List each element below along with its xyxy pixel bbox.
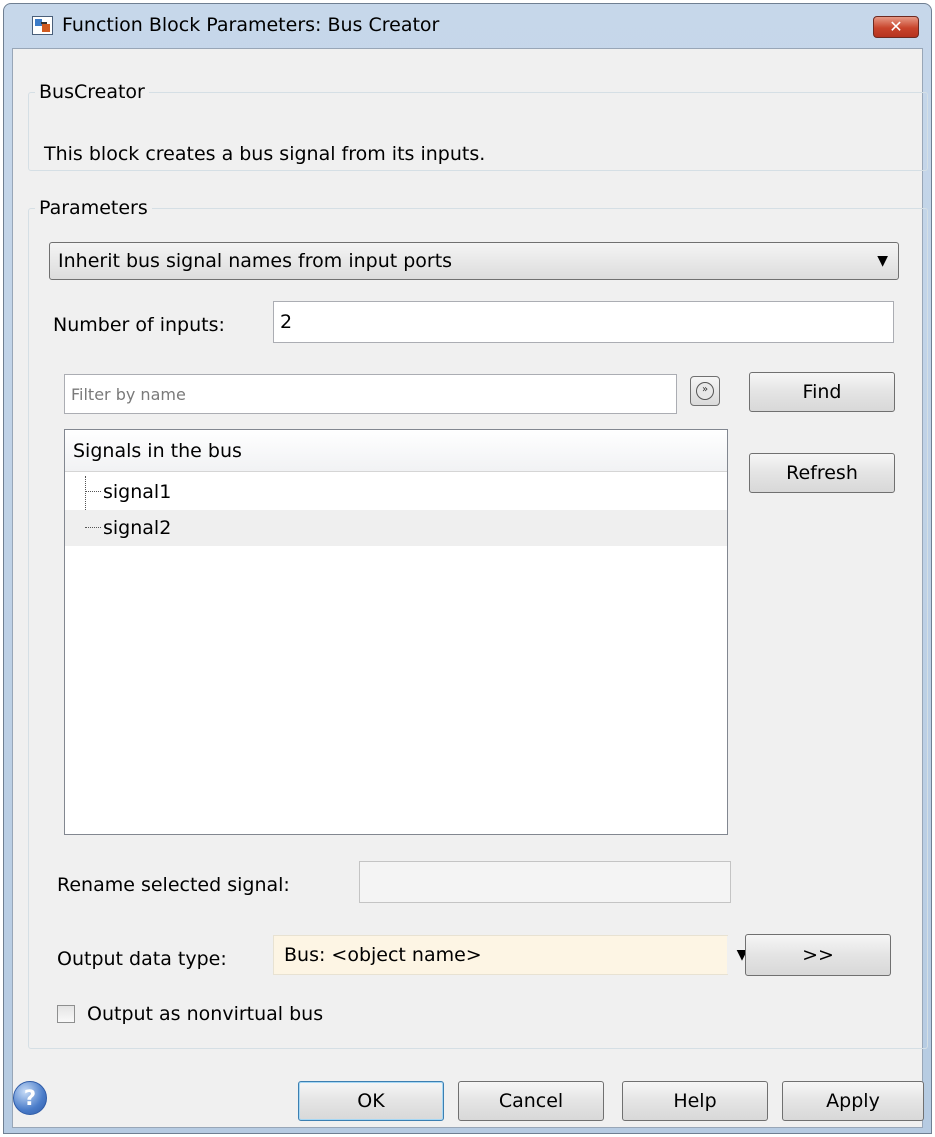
output-data-type-label: Output data type: xyxy=(57,948,227,970)
help-button-label: Help xyxy=(673,1090,717,1112)
nonvirtual-bus-label: Output as nonvirtual bus xyxy=(87,1003,324,1025)
apply-button[interactable]: Apply xyxy=(782,1081,924,1121)
ok-button[interactable]: OK xyxy=(298,1081,444,1121)
rename-signal-label: Rename selected signal: xyxy=(57,874,290,896)
parameters-legend: Parameters xyxy=(39,197,148,219)
data-type-assistant-button[interactable]: >> xyxy=(745,934,891,976)
find-button-label: Find xyxy=(802,381,842,403)
dialog-content: BusCreator This block creates a bus sign… xyxy=(12,48,928,1128)
tree-item-signal2[interactable]: signal2 xyxy=(65,510,727,546)
output-data-type-value: Bus: <object name> xyxy=(284,944,482,966)
description-legend: BusCreator xyxy=(39,81,145,103)
ok-button-label: OK xyxy=(357,1090,385,1112)
output-data-type-combo[interactable]: Bus: <object name> ▼ xyxy=(273,935,757,975)
filter-options-button[interactable]: » xyxy=(690,376,720,406)
number-of-inputs-field[interactable] xyxy=(273,301,894,343)
cancel-button[interactable]: Cancel xyxy=(458,1081,604,1121)
close-icon: ✕ xyxy=(889,17,903,36)
number-of-inputs-label: Number of inputs: xyxy=(53,314,225,336)
question-mark-icon[interactable]: ? xyxy=(13,1081,47,1115)
simulink-block-icon xyxy=(32,16,53,35)
window-title: Function Block Parameters: Bus Creator xyxy=(62,14,440,36)
chevron-circle-icon: » xyxy=(696,382,714,400)
cancel-button-label: Cancel xyxy=(498,1090,564,1112)
signal-naming-value: Inherit bus signal names from input port… xyxy=(58,250,453,272)
signals-tree-header: Signals in the bus xyxy=(65,430,727,472)
tree-item-label: signal1 xyxy=(103,481,172,503)
tree-item-label: signal2 xyxy=(103,517,172,539)
close-button[interactable]: ✕ xyxy=(873,16,919,38)
signal-naming-dropdown[interactable]: Inherit bus signal names from input port… xyxy=(49,242,899,280)
find-button[interactable]: Find xyxy=(749,372,895,412)
apply-button-label: Apply xyxy=(826,1090,880,1112)
refresh-button-label: Refresh xyxy=(786,462,858,484)
block-description: This block creates a bus signal from its… xyxy=(44,143,486,165)
dialog-window: Function Block Parameters: Bus Creator ✕… xyxy=(3,3,932,1134)
title-bar[interactable]: Function Block Parameters: Bus Creator ✕ xyxy=(4,4,931,48)
description-group: BusCreator This block creates a bus sign… xyxy=(28,81,928,171)
help-button[interactable]: Help xyxy=(622,1081,768,1121)
filter-by-name-input[interactable] xyxy=(64,374,677,414)
nonvirtual-bus-checkbox[interactable] xyxy=(57,1005,75,1023)
rename-signal-field[interactable] xyxy=(359,861,731,903)
tree-item-signal1[interactable]: signal1 xyxy=(65,474,727,510)
data-type-assistant-label: >> xyxy=(802,944,834,966)
refresh-button[interactable]: Refresh xyxy=(749,453,895,493)
signals-tree[interactable]: Signals in the bus signal1 signal2 xyxy=(64,429,728,835)
dropdown-arrow-icon: ▼ xyxy=(877,253,888,269)
